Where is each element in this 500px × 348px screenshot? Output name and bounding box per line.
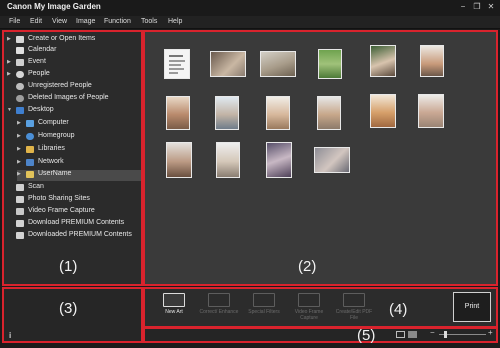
- region-label-1: (1): [59, 258, 78, 275]
- region-label-3: (3): [59, 300, 78, 317]
- title-bar: Canon My Image Garden − ❐ ✕: [0, 0, 500, 16]
- window-title: Canon My Image Garden: [7, 2, 101, 11]
- menu-function[interactable]: Function: [104, 18, 131, 25]
- region-label-5: (5): [357, 327, 376, 344]
- menu-view[interactable]: View: [52, 18, 67, 25]
- menu-file[interactable]: File: [9, 18, 20, 25]
- annotation-box-5: [143, 327, 498, 343]
- minimize-icon[interactable]: −: [458, 2, 468, 11]
- menu-bar: File Edit View Image Function Tools Help: [0, 16, 500, 29]
- menu-edit[interactable]: Edit: [30, 18, 42, 25]
- restore-icon[interactable]: ❐: [472, 2, 482, 11]
- close-icon[interactable]: ✕: [486, 2, 496, 11]
- menu-image[interactable]: Image: [76, 18, 95, 25]
- region-label-2: (2): [298, 258, 317, 275]
- menu-help[interactable]: Help: [168, 18, 182, 25]
- region-label-4: (4): [389, 301, 408, 318]
- annotation-box-2: [143, 30, 498, 286]
- annotation-box-1: [2, 30, 143, 286]
- menu-tools[interactable]: Tools: [141, 18, 157, 25]
- annotation-box-4: [143, 287, 498, 328]
